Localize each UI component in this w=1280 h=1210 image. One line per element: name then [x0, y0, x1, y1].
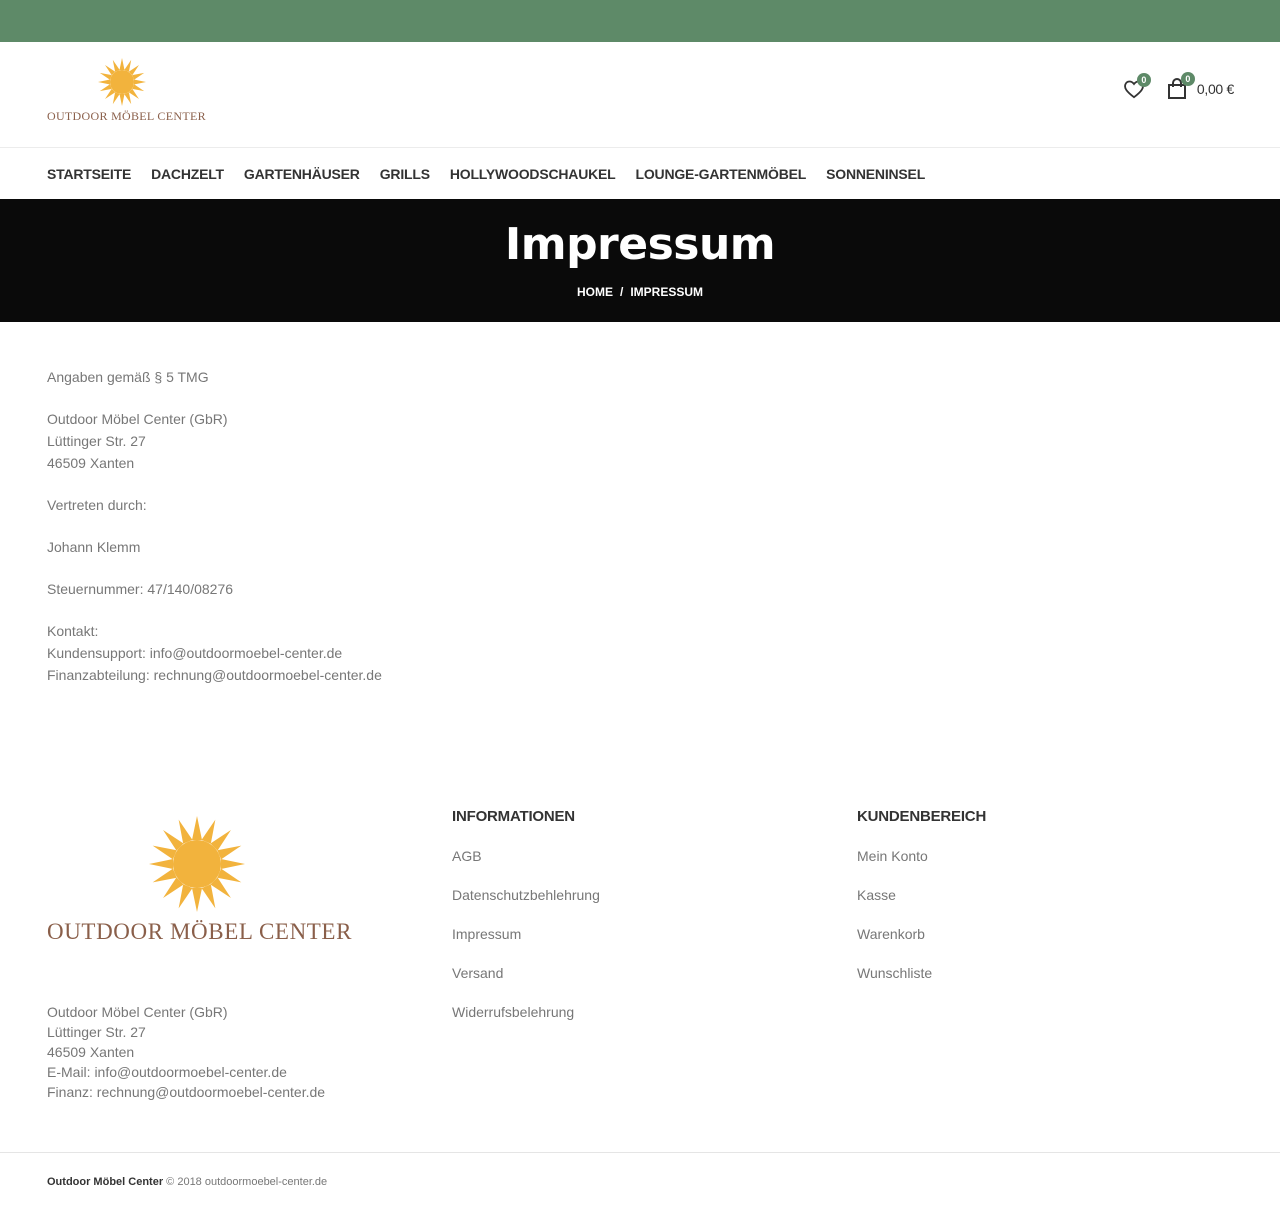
nav-item-gartenhaeuser[interactable]: GARTENHÄUSER — [244, 166, 360, 182]
nav-item-sonneninsel[interactable]: SONNENINSEL — [826, 166, 925, 182]
footer-link-mein-konto[interactable]: Mein Konto — [857, 847, 986, 866]
main-nav: STARTSEITE DACHZELT GARTENHÄUSER GRILLS … — [0, 148, 1280, 199]
footer-link-widerruf[interactable]: Widerrufsbelehrung — [452, 1003, 600, 1022]
footer-info-column: INFORMATIONEN AGB Datenschutzbehlehrung … — [452, 808, 600, 1042]
contact-label: Kontakt: — [47, 623, 99, 639]
footer-link-kasse[interactable]: Kasse — [857, 886, 986, 905]
footer-link-datenschutz[interactable]: Datenschutzbehlehrung — [452, 886, 600, 905]
company-name: Outdoor Möbel Center (GbR) — [47, 411, 228, 427]
nav-item-startseite[interactable]: STARTSEITE — [47, 166, 131, 182]
top-bar — [0, 0, 1280, 42]
breadcrumb-current: IMPRESSUM — [630, 285, 704, 299]
logo-text: OUTDOOR MÖBEL CENTER — [47, 109, 206, 123]
footer-email: E-Mail: info@outdoormoebel-center.de — [47, 1064, 287, 1080]
footer-finance-email: Finanz: rechnung@outdoormoebel-center.de — [47, 1084, 326, 1100]
site-header: OUTDOOR MÖBEL CENTER 0 0 0,00 € — [0, 42, 1280, 148]
footer-link-versand[interactable]: Versand — [452, 964, 600, 983]
footer-link-wunschliste[interactable]: Wunschliste — [857, 964, 986, 983]
finance-email: Finanzabteilung: rechnung@outdoormoebel-… — [47, 667, 382, 683]
footer-link-impressum[interactable]: Impressum — [452, 925, 600, 944]
cart-count-badge: 0 — [1180, 72, 1195, 86]
page-title: Impressum — [504, 219, 776, 270]
footer-account-title: KUNDENBEREICH — [857, 808, 987, 825]
copyright-bar: Outdoor Möbel Center © 2018 outdoormoebe… — [0, 1152, 1280, 1210]
cart-total: 0,00 € — [1196, 81, 1234, 97]
contact-block: Kontakt: Kundensupport: info@outdoormoeb… — [47, 620, 1233, 686]
copyright-text: © 2018 outdoormoebel-center.de — [166, 1176, 328, 1188]
sun-logo-icon — [98, 58, 146, 106]
representative-name: Johann Klemm — [47, 539, 141, 555]
impressum-content: Angaben gemäß § 5 TMG Outdoor Möbel Cent… — [0, 322, 1280, 802]
header-tools: 0 0 0,00 € — [1101, 72, 1234, 100]
footer-link-warenkorb[interactable]: Warenkorb — [857, 925, 986, 944]
company-street: Lüttinger Str. 27 — [47, 433, 146, 449]
tax-number: Steuernummer: 47/140/08276 — [47, 581, 234, 597]
breadcrumb-home-link[interactable]: HOME — [577, 285, 613, 299]
nav-item-grills[interactable]: GRILLS — [380, 166, 430, 182]
footer-address: Outdoor Möbel Center (GbR) Lüttinger Str… — [47, 1002, 325, 1102]
page-title-banner: Impressum HOME / IMPRESSUM — [0, 199, 1280, 322]
footer-company: Outdoor Möbel Center (GbR) — [47, 1004, 228, 1020]
company-address: Outdoor Möbel Center (GbR) Lüttinger Str… — [47, 408, 1233, 474]
breadcrumb: HOME / IMPRESSUM — [0, 285, 1280, 299]
site-footer: OUTDOOR MÖBEL CENTER Outdoor Möbel Cente… — [0, 802, 1280, 1152]
support-email: Kundensupport: info@outdoormoebel-center… — [47, 645, 343, 661]
footer-link-agb[interactable]: AGB — [452, 847, 600, 866]
cart-button[interactable]: 0 0,00 € — [1167, 72, 1234, 100]
site-logo[interactable]: OUTDOOR MÖBEL CENTER — [47, 57, 206, 127]
nav-item-hollywoodschaukel[interactable]: HOLLYWOODSCHAUKEL — [450, 166, 616, 182]
copyright-brand: Outdoor Möbel Center — [47, 1176, 164, 1188]
footer-street: Lüttinger Str. 27 — [47, 1024, 146, 1040]
footer-logo[interactable]: OUTDOOR MÖBEL CENTER — [47, 814, 353, 945]
company-city: 46509 Xanten — [47, 455, 135, 471]
represented-label: Vertreten durch: — [47, 497, 147, 513]
nav-item-dachzelt[interactable]: DACHZELT — [151, 166, 224, 182]
footer-logo-text: OUTDOOR MÖBEL CENTER — [47, 919, 353, 944]
breadcrumb-separator: / — [619, 285, 624, 299]
footer-city: 46509 Xanten — [47, 1044, 135, 1060]
wishlist-count-badge: 0 — [1136, 73, 1151, 87]
footer-info-title: INFORMATIONEN — [452, 808, 575, 825]
tmg-note: Angaben gemäß § 5 TMG — [47, 369, 209, 385]
footer-account-column: KUNDENBEREICH Mein Konto Kasse Warenkorb… — [857, 808, 986, 1003]
wishlist-button[interactable]: 0 — [1123, 73, 1151, 99]
nav-item-lounge-gartenmoebel[interactable]: LOUNGE-GARTENMÖBEL — [636, 166, 807, 182]
sun-logo-icon — [149, 816, 245, 912]
